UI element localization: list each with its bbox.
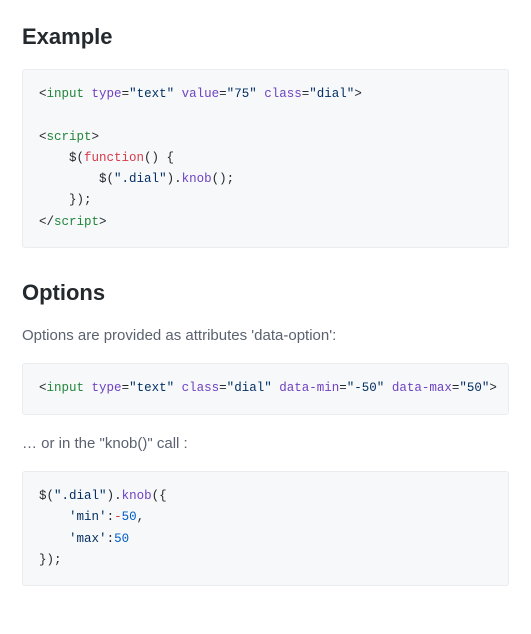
code-text [384,381,392,395]
options-call-codeblock: $(".dial").knob({ 'min':-50, 'max':50 })… [22,471,509,586]
code-text: " [159,172,167,186]
code-text: = [122,381,130,395]
code-text: $( [99,172,114,186]
code-string: 50 [467,381,482,395]
code-text: " [129,381,137,395]
code-text: }); [39,553,62,567]
code-string: 75 [234,87,249,101]
code-string: text [137,87,167,101]
code-text [84,381,92,395]
code-keyword: function [84,151,144,165]
code-text [39,532,69,546]
code-string: ' [69,510,77,524]
code-text: " [129,87,137,101]
code-text: $( [69,151,84,165]
code-text: = [219,381,227,395]
code-number: 50 [122,510,137,524]
code-string: .dial [122,172,160,186]
code-text [174,381,182,395]
code-text: " [167,381,175,395]
code-attr: data-min [279,381,339,395]
code-text: > [92,130,100,144]
code-text: " [167,87,175,101]
code-string: ' [69,532,77,546]
code-tag: script [47,130,92,144]
code-text: " [264,381,272,395]
code-text: : [107,532,115,546]
code-text [39,151,69,165]
code-text: = [122,87,130,101]
code-string: ' [99,532,107,546]
code-text: () { [144,151,174,165]
example-codeblock: <input type="text" value="75" class="dia… [22,69,509,248]
code-string: min [77,510,100,524]
code-tag: script [54,215,99,229]
code-text: ). [167,172,182,186]
code-text: </ [39,215,54,229]
code-text: " [309,87,317,101]
code-string: ' [99,510,107,524]
code-string: .dial [62,489,100,503]
options-alt-text: … or in the "knob()" call : [22,433,509,456]
code-text: > [489,381,497,395]
code-text [39,510,69,524]
code-text: (); [212,172,235,186]
code-string: dial [234,381,264,395]
code-fn: knob [182,172,212,186]
code-text [39,172,99,186]
code-tag: input [47,381,85,395]
code-fn: knob [122,489,152,503]
code-string: -50 [354,381,377,395]
code-attr: data-max [392,381,452,395]
code-text: < [39,130,47,144]
code-text [39,193,69,207]
code-text: ({ [152,489,167,503]
code-text: " [459,381,467,395]
code-text: = [219,87,227,101]
code-text: > [354,87,362,101]
code-string: max [77,532,100,546]
code-text: > [99,215,107,229]
code-text: " [54,489,62,503]
code-text: ). [107,489,122,503]
code-text: : [107,510,115,524]
code-number: 50 [114,532,129,546]
example-section: Example <input type="text" value="75" cl… [22,20,509,248]
options-section: Options Options are provided as attribut… [22,276,509,586]
code-text: " [249,87,257,101]
code-string: text [137,381,167,395]
options-intro-text: Options are provided as attributes 'data… [22,325,509,348]
code-attr: type [92,381,122,395]
code-text [84,87,92,101]
code-tag: input [47,87,85,101]
code-text: , [137,510,145,524]
code-attr: value [182,87,220,101]
code-text: < [39,87,47,101]
code-text: = [339,381,347,395]
code-text [174,87,182,101]
example-heading: Example [22,20,509,53]
code-attr: type [92,87,122,101]
code-text: - [114,510,122,524]
code-attr: class [264,87,302,101]
code-text: " [99,489,107,503]
options-heading: Options [22,276,509,309]
code-text: " [114,172,122,186]
code-attr: class [182,381,220,395]
code-string: dial [317,87,347,101]
code-text: $( [39,489,54,503]
code-text: < [39,381,47,395]
code-text: }); [69,193,92,207]
options-attr-codeblock: <input type="text" class="dial" data-min… [22,363,509,414]
